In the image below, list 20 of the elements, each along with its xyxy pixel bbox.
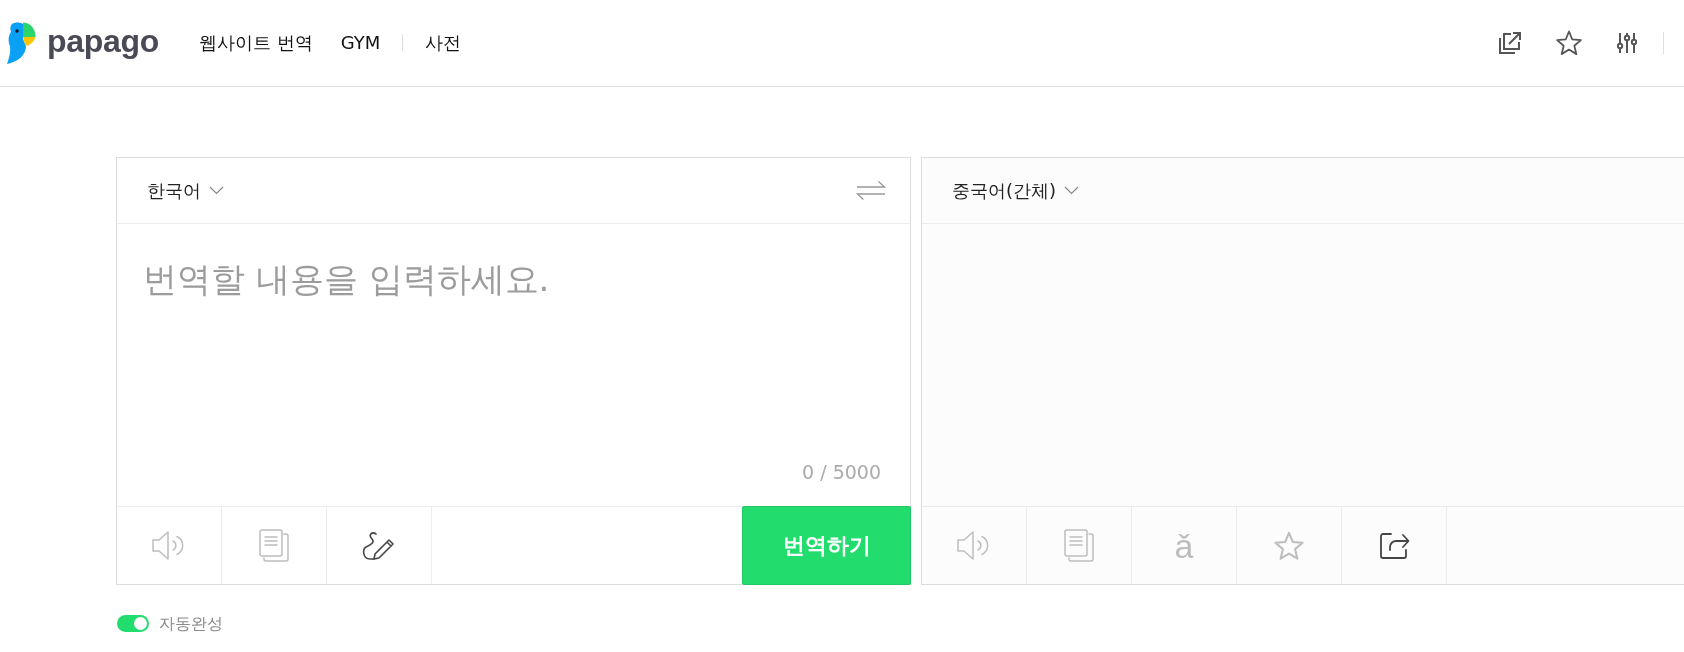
star-icon bbox=[1555, 29, 1583, 57]
chevron-down-icon bbox=[209, 186, 224, 195]
logo-text: papago bbox=[47, 25, 159, 57]
target-language-label: 중국어(간체) bbox=[952, 178, 1057, 203]
settings-button[interactable] bbox=[1615, 30, 1639, 56]
source-language-dropdown[interactable]: 한국어 bbox=[147, 178, 224, 203]
nav-link[interactable]: GYM bbox=[340, 31, 381, 55]
character-counter: 0 / 5000 bbox=[802, 461, 881, 484]
settings-sliders-icon bbox=[1617, 32, 1637, 54]
autocomplete-toggle[interactable] bbox=[117, 615, 149, 633]
target-language-dropdown[interactable]: 중국어(간체) bbox=[952, 178, 1080, 203]
bird-logo-icon bbox=[6, 22, 36, 64]
nav-link[interactable]: 사전 bbox=[425, 31, 462, 55]
external-link-icon bbox=[1497, 31, 1523, 55]
source-language-label: 한국어 bbox=[147, 178, 201, 203]
chevron-down-icon bbox=[1064, 186, 1080, 195]
source-text-field[interactable]: 번역할 내용을 입력하세요. bbox=[117, 224, 910, 462]
nav-link[interactable]: 웹사이트 번역 bbox=[199, 31, 313, 55]
autocomplete-label: 자동완성 bbox=[159, 614, 223, 634]
swap-languages-button[interactable] bbox=[856, 180, 886, 201]
